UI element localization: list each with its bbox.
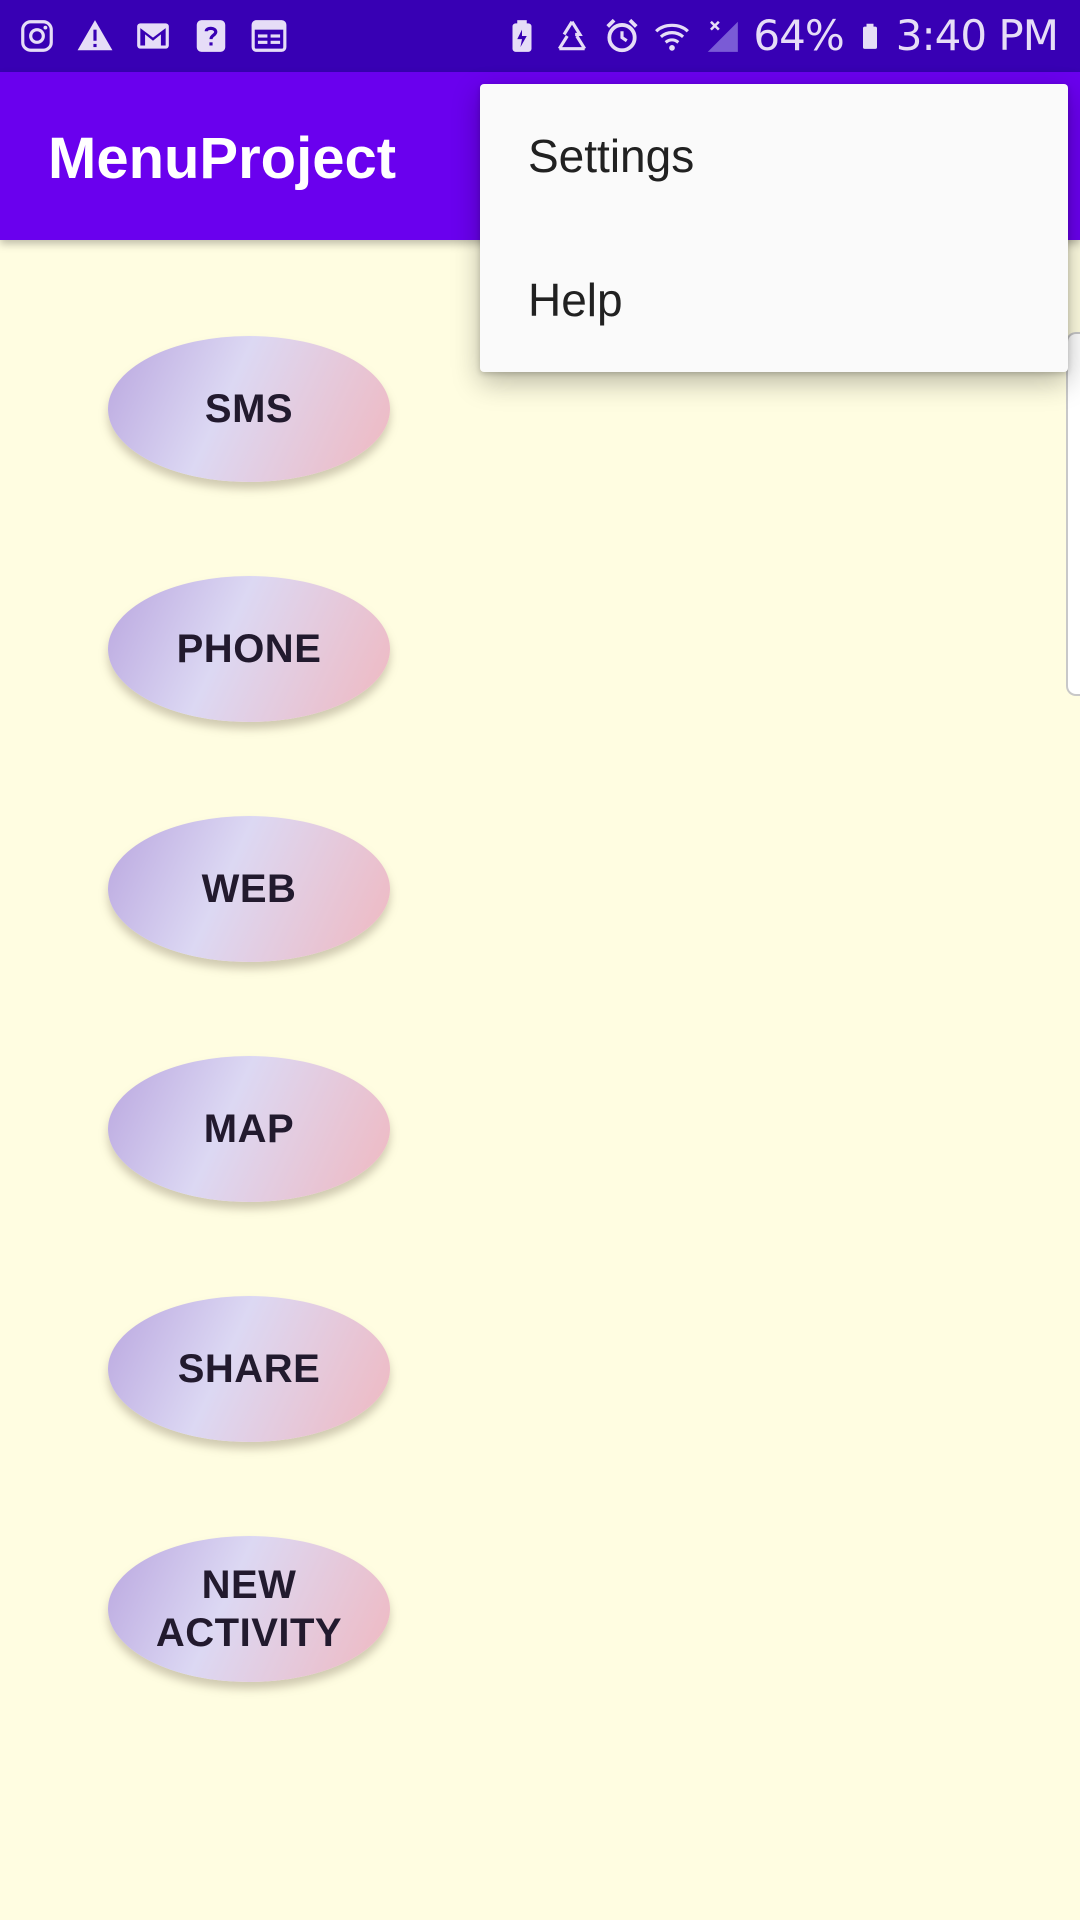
phone-button[interactable]: PHONE [108,576,390,722]
map-button-label: MAP [203,1107,295,1151]
sms-button-label: SMS [204,387,294,431]
instagram-icon [21,20,53,52]
menu-item-settings-label: Settings [528,130,695,182]
screen: 64% 3:40 PM MenuProject SMS PHONE WEB MA… [0,0,1080,1920]
menu-item-help-label: Help [528,274,623,326]
status-bar: 64% 3:40 PM [0,0,1080,72]
menu-item-help[interactable]: Help [480,228,1068,372]
menu-item-settings[interactable]: Settings [480,84,1068,228]
map-button[interactable]: MAP [108,1056,390,1202]
sms-button[interactable]: SMS [108,336,390,482]
new-activity-button[interactable]: NEW ACTIVITY [108,1536,390,1682]
share-button-label: SHARE [177,1347,321,1391]
notification-icons [18,14,288,58]
wifi-icon [655,23,690,51]
edge-panel-handle[interactable] [1066,332,1080,696]
overflow-menu: Settings Help [480,84,1068,372]
phone-button-label: PHONE [176,627,322,671]
clock: 3:40 PM [895,11,1059,60]
web-button-label: WEB [201,867,297,911]
share-button[interactable]: SHARE [108,1296,390,1442]
warning-icon [77,20,113,51]
new-activity-button-label: NEW ACTIVITY [155,1563,343,1655]
battery-saver-icon [512,20,532,52]
gmail-icon [137,23,169,49]
recycle-icon [558,20,587,51]
help-icon [196,20,226,52]
web-button[interactable]: WEB [108,816,390,962]
app-title: MenuProject [48,126,397,191]
calendar-icon [251,20,287,52]
alarm-icon [606,18,638,53]
system-icons: 64% 3:40 PM [503,10,1059,62]
battery-icon [862,23,877,49]
battery-percentage: 64% [753,11,844,60]
signal-icon [708,20,739,52]
